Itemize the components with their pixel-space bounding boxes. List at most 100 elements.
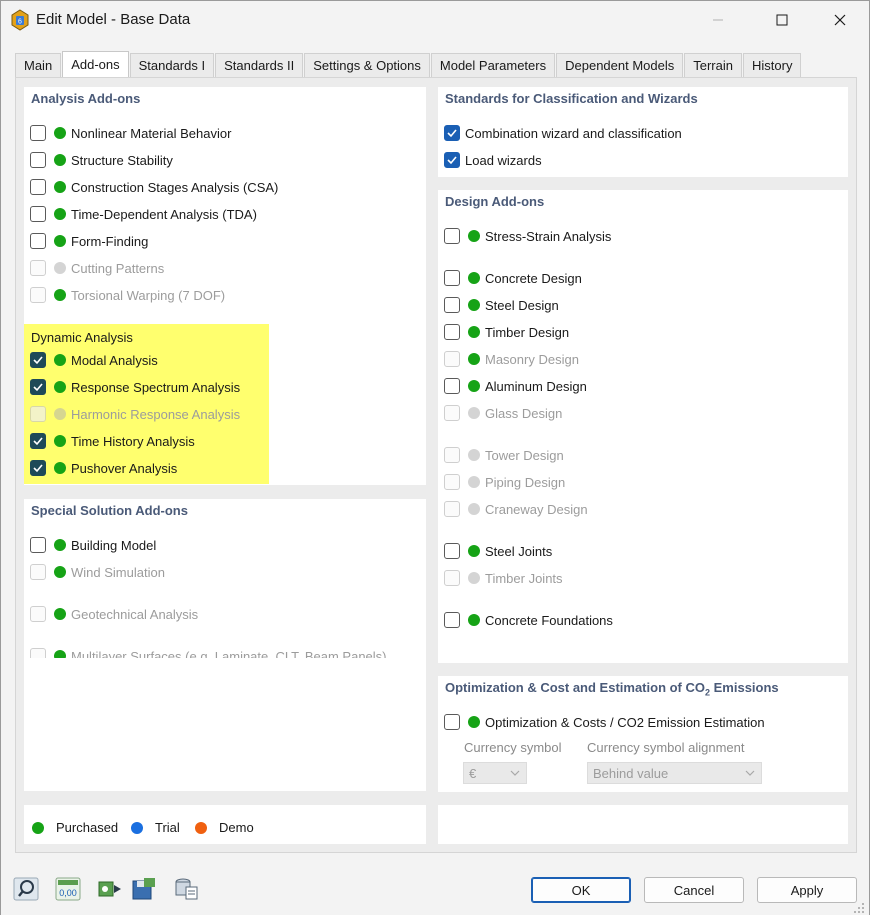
- addon-time-history[interactable]: Time History Analysis: [30, 431, 195, 451]
- legend-label: Purchased: [56, 820, 119, 835]
- cancel-button[interactable]: Cancel: [644, 877, 744, 903]
- purchased-status-icon: [468, 716, 480, 728]
- addon-stress-strain[interactable]: Stress-Strain Analysis: [444, 226, 611, 246]
- checkbox[interactable]: [444, 270, 460, 286]
- addon-label: Construction Stages Analysis (CSA): [71, 179, 279, 195]
- checkbox[interactable]: [444, 228, 460, 244]
- addon-building-model[interactable]: Building Model: [30, 535, 156, 555]
- currency-alignment-select[interactable]: Behind value: [587, 762, 762, 784]
- addon-construction-stages[interactable]: Construction Stages Analysis (CSA): [30, 177, 278, 197]
- checkbox-checked[interactable]: [30, 379, 46, 395]
- addon-time-dependent[interactable]: Time-Dependent Analysis (TDA): [30, 204, 257, 224]
- database-settings-icon[interactable]: [173, 877, 199, 901]
- ok-button[interactable]: OK: [531, 877, 631, 903]
- resize-grip-icon[interactable]: [853, 901, 865, 913]
- design-addons-title: Design Add-ons: [445, 194, 545, 209]
- purchased-status-icon: [54, 566, 66, 578]
- checkbox[interactable]: [444, 324, 460, 340]
- currency-symbol-select[interactable]: €: [463, 762, 527, 784]
- addon-label: Timber Design: [485, 324, 570, 340]
- checkbox-checked[interactable]: [444, 152, 460, 168]
- checkbox-checked[interactable]: [30, 352, 46, 368]
- addon-concrete-design[interactable]: Concrete Design: [444, 268, 582, 288]
- addon-steel-design[interactable]: Steel Design: [444, 295, 559, 315]
- addon-concrete-foundations[interactable]: Concrete Foundations: [444, 610, 613, 630]
- unavailable-status-icon: [468, 407, 480, 419]
- dynamic-analysis-title: Dynamic Analysis: [31, 330, 133, 345]
- standards-title: Standards for Classification and Wizards: [445, 91, 698, 106]
- checkbox: [444, 474, 460, 490]
- addon-label: Stress-Strain Analysis: [485, 228, 612, 244]
- checkbox: [444, 405, 460, 421]
- purchased-status-icon: [468, 230, 480, 242]
- addon-modal-analysis[interactable]: Modal Analysis: [30, 350, 158, 370]
- checkbox-checked[interactable]: [30, 460, 46, 476]
- option-label: Load wizards: [465, 152, 542, 168]
- tab-dependent-models[interactable]: Dependent Models: [556, 53, 684, 77]
- addon-form-finding[interactable]: Form-Finding: [30, 231, 148, 251]
- addon-pushover[interactable]: Pushover Analysis: [30, 458, 177, 478]
- chevron-down-icon: [745, 770, 755, 776]
- addon-timber-design[interactable]: Timber Design: [444, 322, 569, 342]
- minimize-button[interactable]: [695, 1, 741, 39]
- checkbox[interactable]: [30, 179, 46, 195]
- close-button[interactable]: [817, 1, 863, 39]
- addon-label: Wind Simulation: [71, 564, 165, 580]
- help-icon[interactable]: [13, 877, 39, 901]
- tab-main[interactable]: Main: [15, 53, 62, 77]
- addon-label: Glass Design: [485, 405, 563, 421]
- addon-label: Steel Design: [485, 297, 559, 313]
- maximize-icon: [776, 14, 788, 26]
- tab-terrain[interactable]: Terrain: [684, 53, 742, 77]
- standards-panel: Standards for Classification and Wizards…: [438, 87, 848, 177]
- addon-nonlinear-material[interactable]: Nonlinear Material Behavior: [30, 123, 231, 143]
- units-icon[interactable]: 0,00: [55, 877, 81, 901]
- optimization-title: Optimization & Cost and Estimation of CO…: [445, 680, 779, 698]
- addon-steel-joints[interactable]: Steel Joints: [444, 541, 552, 561]
- checkbox[interactable]: [30, 206, 46, 222]
- checkbox-checked[interactable]: [444, 125, 460, 141]
- checkbox[interactable]: [444, 714, 460, 730]
- tab-settings-options[interactable]: Settings & Options: [304, 53, 430, 77]
- export-model-icon[interactable]: [97, 877, 123, 901]
- checkbox: [444, 570, 460, 586]
- checkbox[interactable]: [444, 297, 460, 313]
- addon-label: Response Spectrum Analysis: [71, 379, 241, 395]
- tab-model-parameters[interactable]: Model Parameters: [430, 53, 556, 77]
- addon-response-spectrum[interactable]: Response Spectrum Analysis: [30, 377, 240, 397]
- title-bar: 6 Edit Model - Base Data: [1, 1, 869, 39]
- purchased-status-icon: [54, 539, 66, 551]
- addon-optimization-costs[interactable]: Optimization & Costs / CO2 Emission Esti…: [444, 712, 765, 732]
- checkbox-checked[interactable]: [30, 433, 46, 449]
- combination-wizard-option[interactable]: Combination wizard and classification: [444, 123, 682, 143]
- addon-aluminum-design[interactable]: Aluminum Design: [444, 376, 587, 396]
- checkbox[interactable]: [444, 543, 460, 559]
- tab-add-ons[interactable]: Add-ons: [62, 51, 129, 77]
- purchased-status-icon: [468, 326, 480, 338]
- purchased-status-icon: [468, 272, 480, 284]
- addon-label: Geotechnical Analysis: [71, 606, 199, 622]
- addon-glass-design: Glass Design: [444, 403, 562, 423]
- addon-label: Time-Dependent Analysis (TDA): [71, 206, 257, 222]
- tab-history[interactable]: History: [743, 53, 802, 77]
- checkbox[interactable]: [30, 537, 46, 553]
- checkbox[interactable]: [30, 125, 46, 141]
- maximize-button[interactable]: [759, 1, 805, 39]
- checkbox[interactable]: [444, 378, 460, 394]
- check-icon: [33, 356, 43, 365]
- purchased-status-icon: [54, 127, 66, 139]
- addon-label: Piping Design: [485, 474, 566, 490]
- addon-geotechnical: Geotechnical Analysis: [30, 604, 198, 624]
- addon-label: Concrete Design: [485, 270, 582, 286]
- save-settings-icon[interactable]: [131, 877, 157, 901]
- addon-label: Optimization & Costs / CO2 Emission Esti…: [485, 714, 765, 730]
- addon-label: Craneway Design: [485, 501, 588, 517]
- checkbox[interactable]: [444, 612, 460, 628]
- checkbox[interactable]: [30, 233, 46, 249]
- apply-button[interactable]: Apply: [757, 877, 857, 903]
- tab-standards-i[interactable]: Standards I: [129, 53, 215, 77]
- tab-standards-ii[interactable]: Standards II: [215, 53, 304, 77]
- addon-structure-stability[interactable]: Structure Stability: [30, 150, 173, 170]
- load-wizards-option[interactable]: Load wizards: [444, 150, 542, 170]
- checkbox[interactable]: [30, 152, 46, 168]
